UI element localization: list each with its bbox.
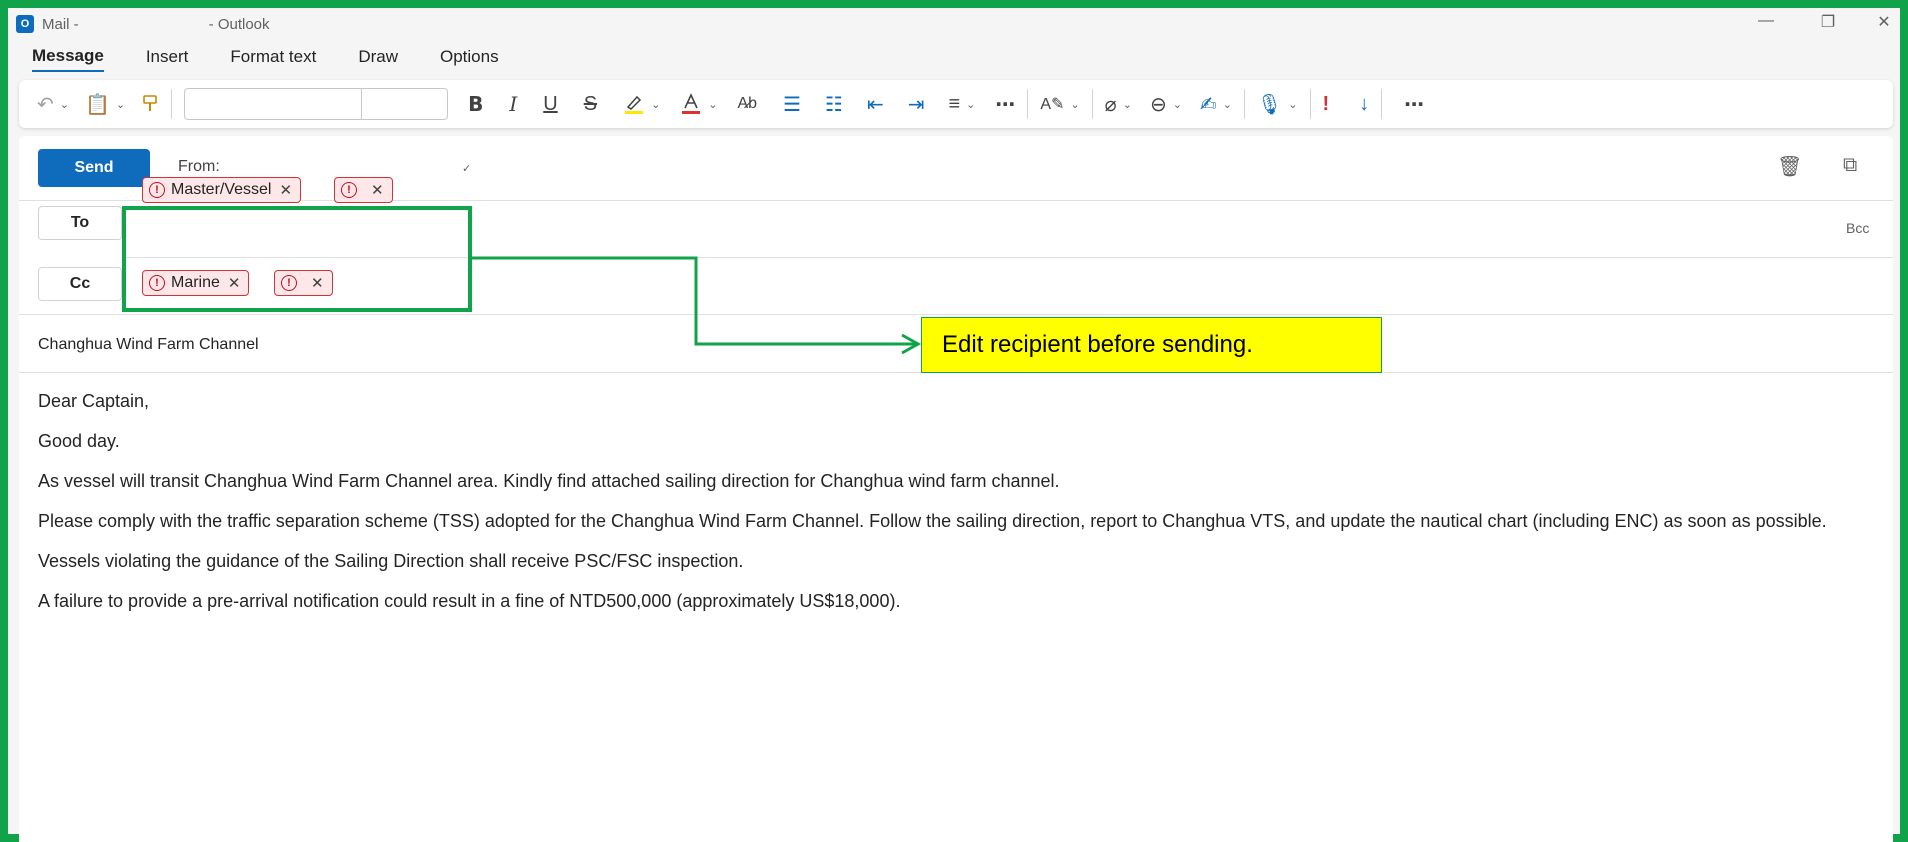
annotation-callout: Edit recipient before sending.: [921, 317, 1382, 373]
annotation-arrow: [472, 256, 922, 355]
